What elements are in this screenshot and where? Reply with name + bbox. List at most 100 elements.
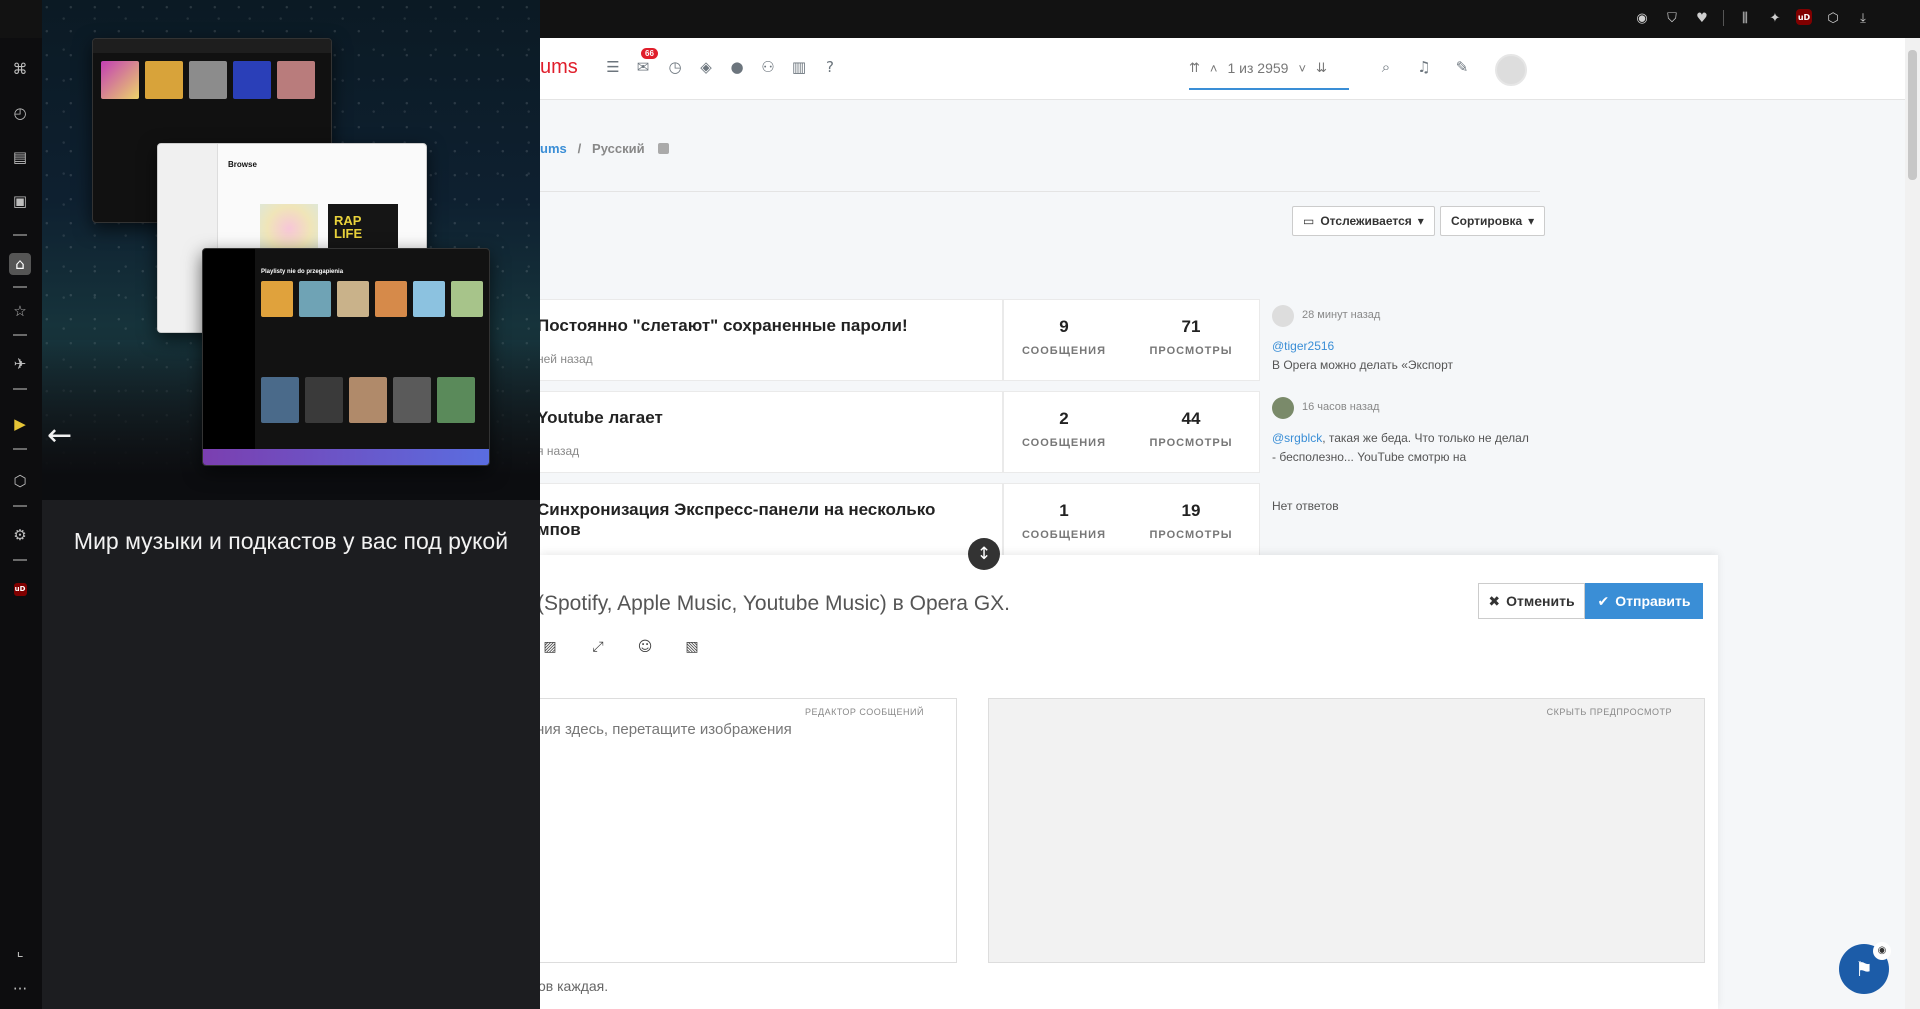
download-icon[interactable]: ⤓ <box>1854 9 1872 27</box>
watch-dropdown[interactable]: ▭ Отслеживается ▾ <box>1292 206 1435 236</box>
playlist-card <box>305 377 343 423</box>
groups-icon[interactable]: ⚇ <box>758 58 778 78</box>
rss-icon[interactable] <box>658 143 670 154</box>
chevron-down-icon[interactable]: ˅ <box>1298 61 1306 76</box>
more-icon[interactable]: ··· <box>9 978 31 1000</box>
ublock-icon[interactable]: uD <box>1796 9 1812 25</box>
heart-icon[interactable]: ♥ <box>1693 9 1711 27</box>
close-icon: ✖ <box>1488 592 1501 609</box>
search-icon[interactable]: ⌕ <box>1376 58 1396 78</box>
topic-stats: 9 СООБЩЕНИЯ 71 ПРОСМОТРЫ <box>1003 299 1260 381</box>
views-stat: 44 ПРОСМОТРЫ <box>1131 409 1251 449</box>
last-post: Нет ответов <box>1270 483 1540 565</box>
book-icon[interactable]: ▥ <box>789 58 809 78</box>
album-tile <box>277 61 315 99</box>
chevron-up-icon[interactable]: ˄ <box>1210 61 1218 76</box>
cube-icon[interactable]: ⬡ <box>9 470 31 492</box>
image-icon[interactable]: ▨ <box>540 639 560 659</box>
scroll-thumb[interactable] <box>1908 50 1917 180</box>
topic-row[interactable]: Синхронизация Экспресс-панели на несколь… <box>540 483 1540 565</box>
brand-logo[interactable]: ums <box>540 56 578 79</box>
chat-icon[interactable]: ✎ <box>1452 58 1472 78</box>
double-up-icon[interactable]: ⇈ <box>1189 60 1200 76</box>
toolbox-icon[interactable]: ▤ <box>9 146 31 168</box>
chat-fab[interactable]: ⚑ ◉ <box>1839 942 1891 994</box>
shield-icon[interactable]: ⛉ <box>1663 9 1681 27</box>
watch-label: Отслеживается <box>1320 214 1412 228</box>
album-tile <box>101 61 139 99</box>
ublock-label: uD <box>13 582 27 596</box>
playlist-card <box>413 281 445 317</box>
bell-icon[interactable]: ♫ <box>1414 58 1434 78</box>
history-icon[interactable]: ⌞ <box>9 940 31 962</box>
views-count: 71 <box>1181 317 1201 336</box>
topic-row[interactable]: Постоянно "слетают" сохраненные пароли! … <box>540 299 1540 381</box>
inbox-icon[interactable]: ✉ <box>633 58 653 78</box>
list-icon[interactable]: ☰ <box>603 58 623 78</box>
hide-preview-link[interactable]: СКРЫТЬ ПРЕДПРОСМОТР <box>1547 707 1672 717</box>
favorites-icon[interactable]: ☆ <box>9 300 31 322</box>
views-label: ПРОСМОТРЫ <box>1149 345 1233 357</box>
avatar[interactable] <box>1272 305 1294 327</box>
topic-meta: я назад <box>540 444 580 458</box>
tags-icon[interactable]: ◈ <box>696 58 716 78</box>
album-tile <box>145 61 183 99</box>
duck-icon[interactable]: ✦ <box>1766 9 1784 27</box>
last-post-user[interactable]: @tiger2516 <box>1272 337 1532 356</box>
breadcrumb-parent[interactable]: ums <box>540 141 567 156</box>
user-icon[interactable]: ● <box>727 58 747 78</box>
clock-icon[interactable]: ◷ <box>665 58 685 78</box>
cancel-button[interactable]: ✖ Отменить <box>1478 583 1585 619</box>
camera-icon[interactable]: ◉ <box>1633 9 1651 27</box>
cube-icon[interactable]: ⬡ <box>1824 9 1842 27</box>
playlist-card <box>451 281 483 317</box>
topic-main: Синхронизация Экспресс-панели на несколь… <box>540 483 1003 565</box>
views-label: ПРОСМОТРЫ <box>1149 437 1233 449</box>
last-post-time[interactable]: 16 часов назад <box>1302 401 1379 413</box>
avatar[interactable] <box>1495 54 1527 86</box>
topic-meta: ней назад <box>540 352 593 366</box>
settings-icon[interactable]: ⚙ <box>9 524 31 546</box>
views-stat: 19 ПРОСМОТРЫ <box>1131 501 1251 541</box>
topic-row[interactable]: Youtube лагает я назад 2 СООБЩЕНИЯ 44 ПР… <box>540 391 1540 473</box>
fullscreen-icon[interactable]: ⤢ <box>588 639 608 659</box>
submit-button[interactable]: ✔ Отправить <box>1585 583 1703 619</box>
music-player-icon[interactable]: ⌂ <box>9 253 31 275</box>
resize-handle-icon[interactable]: ↕ <box>968 538 1000 570</box>
ublock-icon[interactable]: uD <box>9 578 31 600</box>
pager-progress <box>1189 88 1349 90</box>
posts-stat: 1 СООБЩЕНИЯ <box>1004 501 1124 541</box>
posts-stat: 9 СООБЩЕНИЯ <box>1004 317 1124 357</box>
playlist-card <box>261 377 299 423</box>
image-upload-icon[interactable]: ▧ <box>682 639 702 659</box>
bookmark-icon[interactable]: ⫼ <box>1736 9 1754 27</box>
sort-dropdown[interactable]: Сортировка ▾ <box>1440 206 1546 236</box>
speedometer-icon[interactable]: ◴ <box>9 102 31 124</box>
inbox-icon: ▭ <box>1303 214 1315 228</box>
topic-main: Youtube лагает я назад <box>540 391 1003 473</box>
topic-title[interactable]: Youtube лагает <box>540 408 663 428</box>
topic-main: Постоянно "слетают" сохраненные пароли! … <box>540 299 1003 381</box>
topic-title[interactable]: Синхронизация Экспресс-панели на несколь… <box>540 500 935 540</box>
editor-textarea[interactable]: РЕДАКТОР СООБЩЕНИЙ ния здесь, перетащите… <box>540 698 957 963</box>
last-post-user[interactable]: @srgblck <box>1272 431 1322 445</box>
emoji-icon[interactable]: ☺ <box>635 639 655 659</box>
avatar[interactable] <box>1272 397 1294 419</box>
player-icon[interactable]: ▶ <box>9 413 31 435</box>
last-post-time[interactable]: 28 минут назад <box>1302 309 1380 321</box>
gamepad-icon[interactable]: ⌘ <box>9 58 31 80</box>
topic-title-line: мпов <box>540 520 581 539</box>
twitch-icon[interactable]: ▣ <box>9 190 31 212</box>
posts-count: 1 <box>1059 501 1069 520</box>
caret-down-icon: ▾ <box>1528 214 1535 228</box>
no-replies-text: Нет ответов <box>1272 499 1339 513</box>
twitter-icon[interactable]: ✈ <box>9 353 31 375</box>
playlist-card <box>375 281 407 317</box>
topic-title[interactable]: Постоянно "слетают" сохраненные пароли! <box>540 316 908 336</box>
double-down-icon[interactable]: ⇊ <box>1316 60 1327 76</box>
scrollbar[interactable] <box>1905 38 1920 1009</box>
back-arrow-icon[interactable]: ← <box>47 418 72 453</box>
composer-title[interactable]: (Spotify, Apple Music, Youtube Music) в … <box>540 592 1010 616</box>
help-icon[interactable]: ? <box>820 58 840 78</box>
notifications-badge: 66 <box>641 48 658 59</box>
